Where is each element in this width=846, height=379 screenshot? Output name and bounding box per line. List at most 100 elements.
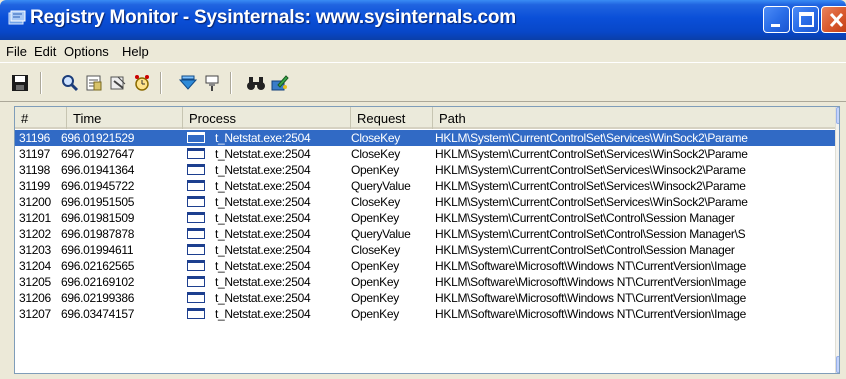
- table-row[interactable]: 31198 696.01941364 t_Netstat.exe:2504 OpenK…: [15, 162, 835, 178]
- table-row[interactable]: 31196 696.01921529 t_Netstat.exe:2504 Close…: [15, 130, 835, 146]
- row-path: HKLM\System\CurrentControlSet\Services\W…: [435, 179, 746, 193]
- autoscroll-icon[interactable]: [178, 73, 198, 93]
- registry-app-icon: [8, 10, 26, 25]
- toolbar: [0, 62, 846, 102]
- menu-options[interactable]: Options: [64, 44, 109, 59]
- column-header-path[interactable]: Path: [433, 107, 835, 129]
- row-request: OpenKey: [351, 211, 399, 225]
- row-time: 696.01987878: [61, 227, 135, 241]
- row-number: 31204: [19, 259, 51, 273]
- row-process: t_Netstat.exe:2504: [215, 163, 311, 177]
- table-row[interactable]: 31201 696.01981509 t_Netstat.exe:2504 OpenK…: [15, 210, 835, 226]
- search-icon[interactable]: [60, 73, 80, 93]
- vertical-scrollbar[interactable]: [835, 107, 840, 373]
- table-row[interactable]: 31205 696.02169102 t_Netstat.exe:2504 OpenK…: [15, 274, 835, 290]
- row-request: OpenKey: [351, 291, 399, 305]
- menu-file[interactable]: File: [6, 44, 27, 59]
- row-request: CloseKey: [351, 131, 400, 145]
- column-header-request[interactable]: Request: [351, 107, 433, 129]
- maximize-icon: [799, 12, 814, 27]
- row-number: 31197: [19, 147, 50, 161]
- pin-icon[interactable]: [202, 73, 222, 93]
- row-process: t_Netstat.exe:2504: [215, 195, 311, 209]
- scroll-down-button[interactable]: [836, 356, 839, 373]
- row-request: OpenKey: [351, 163, 399, 177]
- process-window-icon: [187, 276, 209, 288]
- row-request: OpenKey: [351, 259, 399, 273]
- row-path: HKLM\System\CurrentControlSet\Services\W…: [435, 163, 746, 177]
- toolbar-separator: [160, 72, 162, 94]
- row-process: t_Netstat.exe:2504: [215, 307, 311, 321]
- process-window-icon: [187, 196, 209, 208]
- row-time: 696.01921529: [61, 131, 135, 145]
- timer-icon[interactable]: [132, 73, 152, 93]
- column-header-number[interactable]: #: [15, 107, 67, 129]
- row-number: 31196: [19, 131, 50, 145]
- row-number: 31207: [19, 307, 51, 321]
- save-icon[interactable]: [10, 73, 30, 93]
- process-window-icon: [187, 228, 209, 240]
- table-row[interactable]: 31199 696.01945722 t_Netstat.exe:2504 Query…: [15, 178, 835, 194]
- table-row[interactable]: 31203 696.01994611 t_Netstat.exe:2504 Close…: [15, 242, 835, 258]
- row-path: HKLM\System\CurrentControlSet\Control\Se…: [435, 211, 735, 225]
- row-process: t_Netstat.exe:2504: [215, 147, 311, 161]
- process-window-icon: [187, 260, 209, 272]
- row-request: OpenKey: [351, 275, 399, 289]
- toolbar-separator: [40, 72, 42, 94]
- row-request: QueryValue: [351, 227, 411, 241]
- row-path: HKLM\System\CurrentControlSet\Services\W…: [435, 131, 748, 145]
- find-icon[interactable]: [246, 73, 266, 93]
- clear-icon[interactable]: [108, 73, 128, 93]
- process-window-icon: [187, 148, 209, 160]
- row-path: HKLM\System\CurrentControlSet\Control\Se…: [435, 243, 735, 257]
- row-path: HKLM\Software\Microsoft\Windows NT\Curre…: [435, 275, 746, 289]
- row-time: 696.02162565: [61, 259, 135, 273]
- process-window-icon: [187, 164, 209, 176]
- table-row[interactable]: 31200 696.01951505 t_Netstat.exe:2504 Close…: [15, 194, 835, 210]
- row-path: HKLM\System\CurrentControlSet\Services\W…: [435, 195, 748, 209]
- row-request: CloseKey: [351, 147, 400, 161]
- jump-to-regedit-icon[interactable]: [270, 73, 290, 93]
- row-process: t_Netstat.exe:2504: [215, 291, 311, 305]
- row-time: 696.01945722: [61, 179, 135, 193]
- close-button[interactable]: [821, 6, 846, 33]
- chevron-up-icon: [837, 108, 840, 123]
- row-path: HKLM\Software\Microsoft\Windows NT\Curre…: [435, 291, 746, 305]
- registry-monitor-window: Registry Monitor - Sysinternals: www.sys…: [0, 0, 846, 379]
- menu-edit[interactable]: Edit: [34, 44, 56, 59]
- table-row[interactable]: 31207 696.03474157 t_Netstat.exe:2504 OpenK…: [15, 306, 835, 322]
- process-window-icon: [187, 132, 209, 144]
- filter-icon[interactable]: [84, 73, 104, 93]
- row-number: 31203: [19, 243, 51, 257]
- menu-bar: File Edit Options Help: [0, 40, 846, 62]
- row-request: QueryValue: [351, 179, 411, 193]
- window-title: Registry Monitor - Sysinternals: www.sys…: [30, 7, 516, 28]
- process-window-icon: [187, 244, 209, 256]
- row-time: 696.03474157: [61, 307, 135, 321]
- row-process: t_Netstat.exe:2504: [215, 211, 311, 225]
- row-process: t_Netstat.exe:2504: [215, 227, 311, 241]
- row-time: 696.01981509: [61, 211, 135, 225]
- row-time: 696.01941364: [61, 163, 135, 177]
- table-row[interactable]: 31202 696.01987878 t_Netstat.exe:2504 Query…: [15, 226, 835, 242]
- scroll-up-button[interactable]: [836, 107, 840, 124]
- table-row[interactable]: 31204 696.02162565 t_Netstat.exe:2504 OpenK…: [15, 258, 835, 274]
- column-header-time[interactable]: Time: [67, 107, 183, 129]
- row-number: 31200: [19, 195, 51, 209]
- row-time: 696.02199386: [61, 291, 135, 305]
- process-window-icon: [187, 180, 209, 192]
- table-row[interactable]: 31206 696.02199386 t_Netstat.exe:2504 OpenK…: [15, 290, 835, 306]
- row-request: OpenKey: [351, 307, 399, 321]
- row-path: HKLM\Software\Microsoft\Windows NT\Curre…: [435, 307, 746, 321]
- menu-help[interactable]: Help: [122, 44, 149, 59]
- maximize-button[interactable]: [792, 6, 819, 33]
- minimize-button[interactable]: [763, 6, 790, 33]
- process-window-icon: [187, 212, 209, 224]
- title-bar[interactable]: Registry Monitor - Sysinternals: www.sys…: [0, 0, 846, 40]
- column-header-process[interactable]: Process: [183, 107, 351, 129]
- row-number: 31205: [19, 275, 51, 289]
- row-path: HKLM\System\CurrentControlSet\Services\W…: [435, 147, 748, 161]
- event-list[interactable]: # Time Process Request Path 31196 696.019…: [14, 106, 840, 374]
- table-row[interactable]: 31197 696.01927647 t_Netstat.exe:2504 Close…: [15, 146, 835, 162]
- minimize-icon: [771, 24, 780, 27]
